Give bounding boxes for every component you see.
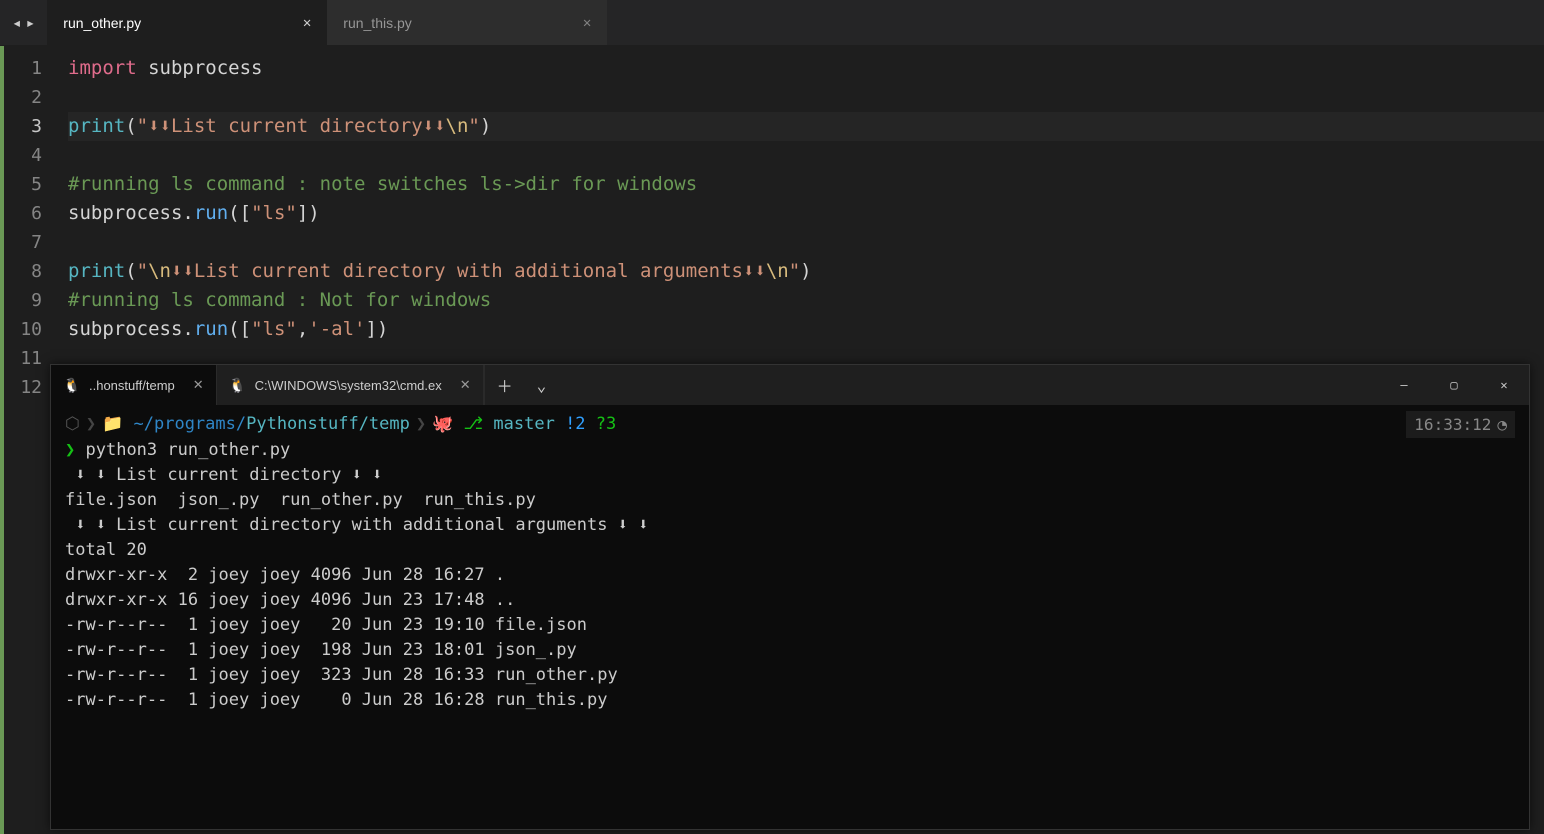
editor-tab-label: run_this.py [343, 15, 411, 31]
minimize-button[interactable]: — [1379, 365, 1429, 405]
line-number: 2 [4, 83, 42, 112]
line-number: 1 [4, 54, 42, 83]
terminal-tab-cmd[interactable]: 🐧 C:\WINDOWS\system32\cmd.ex ✕ [217, 365, 484, 405]
line-number: 8 [4, 257, 42, 286]
tab-nav-arrows: ◂ ▸ [0, 0, 47, 45]
terminal-output-line: -rw-r--r-- 1 joey joey 0 Jun 28 16:28 ru… [65, 688, 1515, 713]
line-number: 6 [4, 199, 42, 228]
code-line[interactable] [68, 141, 1544, 170]
terminal-output-line: -rw-r--r-- 1 joey joey 20 Jun 23 19:10 f… [65, 613, 1515, 638]
terminal-output-line: total 20 [65, 538, 1515, 563]
new-tab-button[interactable]: ＋ [485, 365, 525, 405]
git-branch-name: master [493, 412, 554, 437]
folder-icon: 📁 [102, 412, 123, 437]
code-line[interactable]: subprocess.run(["ls",'-al']) [68, 315, 1544, 344]
line-number: 3 [4, 112, 42, 141]
close-icon[interactable]: ✕ [185, 377, 204, 393]
clock-icon: ◔ [1497, 412, 1507, 437]
code-line[interactable]: print("\n⬇⬇List current directory with a… [68, 257, 1544, 286]
prompt-path-root: ~/programs/ [134, 412, 247, 437]
chevron-right-icon: ❯ [80, 412, 102, 437]
prompt-hex-icon: ⬡ [65, 412, 80, 437]
line-number: 10 [4, 315, 42, 344]
prompt-time: 16:33:12 ◔ [1406, 411, 1515, 438]
line-number-gutter: 1 2 3 4 5 6 7 8 9 10 11 12 [4, 46, 54, 834]
prompt-time-text: 16:33:12 [1414, 412, 1491, 437]
terminal-output-line: -rw-r--r-- 1 joey joey 198 Jun 23 18:01 … [65, 638, 1515, 663]
terminal-command-line: ❯ python3 run_other.py [65, 438, 1515, 463]
window-controls: — ▢ ✕ [1379, 365, 1529, 405]
terminal-window: 🐧 ..honstuff/temp ✕ 🐧 C:\WINDOWS\system3… [50, 364, 1530, 830]
line-number: 12 [4, 373, 42, 402]
chevron-right-icon: ❯ [410, 412, 432, 437]
git-modified-count: !2 [565, 412, 585, 437]
line-number: 4 [4, 141, 42, 170]
close-icon[interactable]: ✕ [452, 377, 471, 393]
editor-tab-label: run_other.py [63, 15, 141, 31]
prompt-path-leaf: Pythonstuff/temp [246, 412, 410, 437]
line-number: 9 [4, 286, 42, 315]
close-icon[interactable]: ✕ [583, 15, 591, 31]
tab-dropdown-icon[interactable]: ⌄ [525, 365, 559, 405]
tab-nav-forward-icon[interactable]: ▸ [26, 13, 36, 32]
github-icon: 🐙 [432, 412, 453, 437]
editor-tab-run-this[interactable]: run_this.py ✕ [327, 0, 607, 45]
line-number: 11 [4, 344, 42, 373]
editor-tabbar: ◂ ▸ run_other.py ✕ run_this.py ✕ [0, 0, 1544, 46]
code-line[interactable] [68, 83, 1544, 112]
prompt-symbol: ❯ [65, 440, 75, 460]
terminal-tab-label: ..honstuff/temp [89, 378, 175, 393]
terminal-output-line: file.json json_.py run_other.py run_this… [65, 488, 1515, 513]
code-line[interactable]: #running ls command : Not for windows [68, 286, 1544, 315]
git-untracked-count: ?3 [596, 412, 616, 437]
terminal-body[interactable]: ⬡ ❯ 📁 ~/programs/Pythonstuff/temp ❯ 🐙 ⎇ … [51, 405, 1529, 829]
maximize-button[interactable]: ▢ [1429, 365, 1479, 405]
terminal-prompt-line: ⬡ ❯ 📁 ~/programs/Pythonstuff/temp ❯ 🐙 ⎇ … [65, 411, 1515, 438]
terminal-output-line: -rw-r--r-- 1 joey joey 323 Jun 28 16:33 … [65, 663, 1515, 688]
editor-tab-run-other[interactable]: run_other.py ✕ [47, 0, 327, 45]
terminal-output-line: ⬇ ⬇ List current directory with addition… [65, 513, 1515, 538]
code-line[interactable]: import subprocess [68, 54, 1544, 83]
terminal-tab-wsl[interactable]: 🐧 ..honstuff/temp ✕ [51, 365, 217, 405]
line-number: 5 [4, 170, 42, 199]
terminal-output-line: ⬇ ⬇ List current directory ⬇ ⬇ [65, 463, 1515, 488]
close-icon[interactable]: ✕ [303, 15, 311, 31]
tab-nav-back-icon[interactable]: ◂ [12, 13, 22, 32]
code-line[interactable]: print("⬇⬇List current directory⬇⬇\n") [68, 112, 1544, 141]
git-branch-icon: ⎇ [464, 412, 484, 437]
close-window-button[interactable]: ✕ [1479, 365, 1529, 405]
code-line[interactable]: #running ls command : note switches ls->… [68, 170, 1544, 199]
tux-icon: 🐧 [63, 377, 79, 393]
code-line[interactable] [68, 228, 1544, 257]
terminal-command-text: python3 run_other.py [86, 440, 291, 460]
terminal-titlebar: 🐧 ..honstuff/temp ✕ 🐧 C:\WINDOWS\system3… [51, 365, 1529, 405]
line-number: 7 [4, 228, 42, 257]
terminal-output-line: drwxr-xr-x 16 joey joey 4096 Jun 23 17:4… [65, 588, 1515, 613]
code-line[interactable]: subprocess.run(["ls"]) [68, 199, 1544, 228]
tux-icon: 🐧 [229, 377, 245, 393]
terminal-output-line: drwxr-xr-x 2 joey joey 4096 Jun 28 16:27… [65, 563, 1515, 588]
terminal-tab-label: C:\WINDOWS\system32\cmd.ex [255, 378, 442, 393]
